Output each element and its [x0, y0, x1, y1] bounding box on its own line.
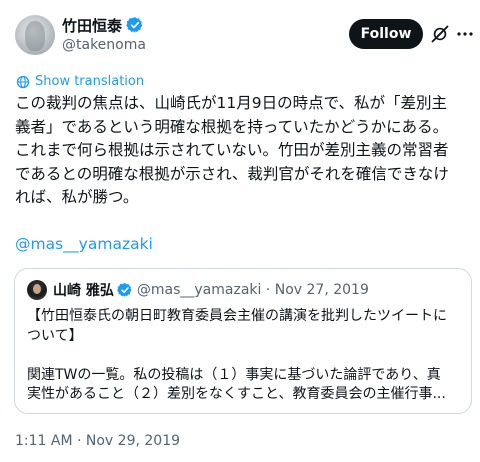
quoted-tweet-line: 実性があること（２）差別をなくすこと、教育委員会の主催行事... — [27, 386, 446, 402]
more-dots-icon[interactable] — [456, 25, 474, 43]
tweet-text: この裁判の焦点は、山崎氏が11月9日の時点で、私が「差別主 義者」であるという明… — [15, 92, 475, 210]
tweet-line: であるとの明確な根拠が示され、裁判官がそれを確信できなけ — [15, 164, 449, 183]
author-avatar[interactable] — [15, 15, 55, 55]
tweet-line: これまで何ら根拠は示されていない。竹田が差別主義の常習者 — [15, 141, 449, 159]
tweet-timestamp[interactable]: 1:11 AM · Nov 29, 2019 — [15, 433, 180, 449]
quoted-tweet-text: 【竹田恒泰氏の朝日町教育委員会主催の講演を批判したツイートに ついて】 関連TW… — [27, 307, 459, 405]
tweet-line: 義者」であるという明確な根拠を持っていたかどうかにある。 — [15, 117, 449, 136]
verified-badge-icon — [117, 283, 132, 297]
quoted-tweet-card[interactable]: 山崎 雅弘 @mas__yamazaki · Nov 27, 2019 【竹田恒… — [14, 268, 472, 414]
show-translation-label[interactable]: Show translation — [35, 74, 144, 89]
quoted-author-name: 山崎 雅弘 — [53, 283, 114, 299]
author-handle[interactable]: @takenoma — [62, 37, 146, 53]
tweet-line: この裁判の焦点は、山崎氏が11月9日の時点で、私が「差別主 — [15, 94, 447, 112]
show-translation-link[interactable]: Show translation — [16, 74, 144, 89]
verified-badge-icon — [126, 17, 143, 33]
quoted-author-avatar — [27, 280, 47, 300]
quoted-tweet-header: 山崎 雅弘 @mas__yamazaki · Nov 27, 2019 — [27, 280, 369, 300]
author-name-row: 竹田恒泰 — [62, 15, 144, 35]
quoted-tweet-line: 関連TWの一覧。私の投稿は（１）事実に基づいた論評であり、真 — [27, 366, 441, 383]
quoted-tweet-line: 【竹田恒泰氏の朝日町教育委員会主催の講演を批判したツイートに — [27, 308, 447, 324]
quoted-tweet-meta: @mas__yamazaki · Nov 27, 2019 — [136, 282, 369, 298]
globe-icon — [16, 75, 30, 88]
quoted-tweet-line: ついて】 — [27, 327, 83, 344]
grok-icon[interactable] — [430, 24, 450, 44]
tweet-line: れば、私が勝つ。 — [15, 188, 139, 206]
mention-link[interactable]: @mas__yamazaki — [15, 235, 153, 253]
quoted-tweet-blank-line — [27, 346, 459, 366]
follow-button[interactable]: Follow — [349, 19, 423, 49]
author-display-name[interactable]: 竹田恒泰 — [62, 15, 122, 36]
